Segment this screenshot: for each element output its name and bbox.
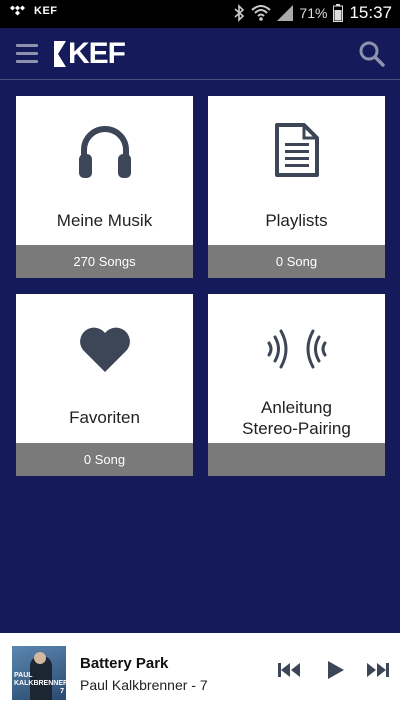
document-icon xyxy=(274,123,319,177)
battery-icon xyxy=(333,4,344,22)
app-bar: KEF xyxy=(0,28,400,80)
tile-title: Meine Musik xyxy=(56,211,153,230)
tile-footer xyxy=(208,443,385,476)
hamburger-menu-icon[interactable] xyxy=(16,44,38,64)
tile-title-line1: Anleitung xyxy=(261,398,332,417)
status-right: 71% 15:37 xyxy=(233,3,392,23)
tile-footer: 0 Song xyxy=(16,443,193,476)
tile-stereo-pairing-guide[interactable]: Anleitung Stereo-Pairing xyxy=(208,294,385,476)
track-artist: Paul Kalkbrenner - 7 xyxy=(80,677,208,693)
logo-text: KEF xyxy=(68,37,126,70)
previous-track-icon[interactable] xyxy=(277,660,301,680)
mini-player[interactable]: PAUL KALKBRENNER 7 Battery Park Paul Kal… xyxy=(0,633,400,711)
tile-playlists[interactable]: Playlists 0 Song xyxy=(208,96,385,278)
tile-favorites[interactable]: Favoriten 0 Song xyxy=(16,294,193,476)
signal-icon xyxy=(277,5,294,21)
album-art-text-3: 7 xyxy=(60,688,65,695)
sound-waves-icon xyxy=(267,329,326,369)
wifi-icon xyxy=(251,5,272,21)
clock: 15:37 xyxy=(349,3,392,22)
status-left: KEF xyxy=(10,5,58,17)
battery-percentage: 71% xyxy=(299,5,328,21)
kef-logo-mark xyxy=(54,41,66,67)
status-app-label: KEF xyxy=(34,5,58,17)
kef-logo: KEF xyxy=(54,37,126,70)
bluetooth-icon xyxy=(234,4,245,22)
album-art-text-1: PAUL xyxy=(14,672,33,679)
tile-footer: 270 Songs xyxy=(16,245,193,278)
tile-my-music[interactable]: Meine Musik 270 Songs xyxy=(16,96,193,278)
search-icon[interactable] xyxy=(358,40,386,68)
heart-icon xyxy=(79,327,130,372)
track-title: Battery Park xyxy=(80,655,169,672)
tile-title-line2: Stereo-Pairing xyxy=(242,419,351,438)
tidal-icon xyxy=(10,5,25,16)
tile-footer: 0 Song xyxy=(208,245,385,278)
next-track-icon[interactable] xyxy=(366,660,390,680)
play-icon[interactable] xyxy=(323,660,347,680)
album-art[interactable]: PAUL KALKBRENNER 7 xyxy=(12,646,66,700)
tile-title: Playlists xyxy=(265,211,328,230)
status-bar: KEF 71% 15:37 xyxy=(0,0,400,28)
tile-title: Favoriten xyxy=(69,408,140,427)
album-art-text-2: KALKBRENNER xyxy=(14,680,66,687)
headphones-icon xyxy=(78,126,131,178)
